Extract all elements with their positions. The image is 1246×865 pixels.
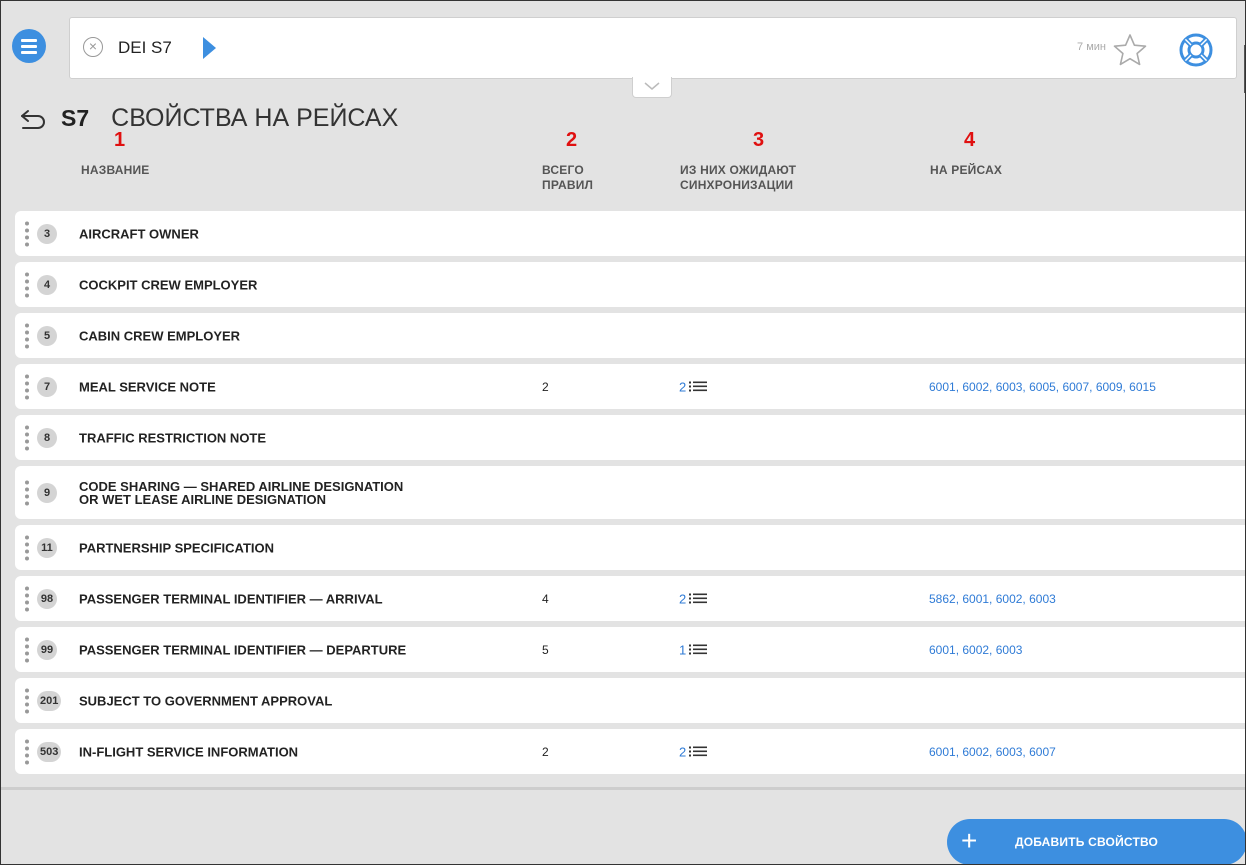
list-icon [689, 381, 708, 392]
flights-list-link[interactable]: 5862, 6001, 6002, 6003 [929, 592, 1056, 606]
add-property-button[interactable]: + ДОБАВИТЬ СВОЙСТВО [947, 819, 1245, 864]
play-arrow-icon[interactable] [203, 37, 216, 59]
table-row[interactable]: 98 PASSENGER TERMINAL IDENTIFIER — ARRIV… [15, 576, 1245, 621]
list-icon [689, 746, 708, 757]
chevron-down-icon [644, 82, 660, 90]
column-annotation-4: 4 [964, 129, 976, 151]
total-rules-count: 5 [542, 642, 549, 657]
drag-handle-icon[interactable] [25, 272, 29, 297]
search-bar[interactable]: × DEI S7 7 мин [69, 17, 1237, 79]
column-header-pending-sync[interactable]: ИЗ НИХ ОЖИДАЮТ СИНХРОНИЗАЦИИ [680, 163, 796, 193]
pending-sync-link[interactable]: 2 [679, 379, 708, 394]
property-id: 11 [37, 537, 57, 558]
carrier-code: S7 [61, 104, 90, 131]
menu-icon[interactable] [12, 29, 46, 63]
page-header: S7 СВОЙСТВА НА РЕЙСАХ [19, 98, 398, 138]
collapse-toggle[interactable] [632, 77, 672, 98]
table-row[interactable]: 5 CABIN CREW EMPLOYER [15, 313, 1245, 358]
column-annotation-1: 1 [114, 129, 126, 151]
column-annotation-2: 2 [566, 129, 578, 151]
drag-handle-icon[interactable] [25, 586, 29, 611]
property-id: 5 [37, 325, 57, 346]
flights-list-link[interactable]: 6001, 6002, 6003, 6007 [929, 745, 1056, 759]
total-rules-count: 4 [542, 591, 549, 606]
divider [1, 787, 1245, 790]
property-id: 4 [37, 274, 57, 295]
drag-handle-icon[interactable] [25, 221, 29, 246]
property-name: PASSENGER TERMINAL IDENTIFIER — DEPARTUR… [79, 642, 407, 657]
table-row[interactable]: 3 AIRCRAFT OWNER [15, 211, 1245, 256]
total-rules-count: 2 [542, 744, 549, 759]
table-row[interactable]: 201 SUBJECT TO GOVERNMENT APPROVAL [15, 678, 1245, 723]
flights-list-link[interactable]: 6001, 6002, 6003, 6005, 6007, 6009, 6015 [929, 380, 1156, 394]
list-icon [689, 644, 708, 655]
pending-sync-link[interactable]: 2 [679, 744, 708, 759]
app-frame: × DEI S7 7 мин S7 СВОЙСТВА НА РЕЙСАХ 1 2… [0, 0, 1246, 865]
property-name: CABIN CREW EMPLOYER [79, 328, 241, 343]
page-title: СВОЙСТВА НА РЕЙСАХ [111, 103, 399, 132]
property-id: 99 [37, 639, 57, 660]
property-id: 201 [37, 690, 62, 711]
drag-handle-icon[interactable] [25, 739, 29, 764]
table-row[interactable]: 11 PARTNERSHIP SPECIFICATION [15, 525, 1245, 570]
property-id: 503 [37, 741, 62, 762]
lifebuoy-icon[interactable] [1176, 30, 1216, 70]
table-row[interactable]: 4 COCKPIT CREW EMPLOYER [15, 262, 1245, 307]
table-row[interactable]: 503 IN-FLIGHT SERVICE INFORMATION 2 2 60… [15, 729, 1245, 774]
column-header-name[interactable]: НАЗВАНИЕ [81, 163, 149, 178]
search-query[interactable]: DEI S7 [118, 38, 172, 58]
property-list: 3 AIRCRAFT OWNER 4 COCKPIT CREW EMPLOYER… [15, 211, 1245, 780]
property-name: IN-FLIGHT SERVICE INFORMATION [79, 744, 299, 759]
column-header-flights[interactable]: НА РЕЙСАХ [930, 163, 1002, 178]
table-row[interactable]: 9 CODE SHARING — SHARED AIRLINE DESIGNAT… [15, 466, 1245, 519]
table-row[interactable]: 99 PASSENGER TERMINAL IDENTIFIER — DEPAR… [15, 627, 1245, 672]
pending-sync-link[interactable]: 2 [679, 591, 708, 606]
back-arrow-icon[interactable] [19, 106, 47, 130]
property-name: PASSENGER TERMINAL IDENTIFIER — ARRIVAL [79, 591, 383, 606]
property-name: COCKPIT CREW EMPLOYER [79, 277, 258, 292]
property-name: PARTNERSHIP SPECIFICATION [79, 540, 275, 555]
drag-handle-icon[interactable] [25, 425, 29, 450]
drag-handle-icon[interactable] [25, 323, 29, 348]
list-icon [689, 593, 708, 604]
total-rules-count: 2 [542, 379, 549, 394]
column-annotation-3: 3 [753, 129, 765, 151]
drag-handle-icon[interactable] [25, 374, 29, 399]
drag-handle-icon[interactable] [25, 480, 29, 505]
property-id: 98 [37, 588, 57, 609]
property-id: 9 [37, 482, 57, 503]
property-id: 7 [37, 376, 57, 397]
property-name: CODE SHARING — SHARED AIRLINE DESIGNATIO… [79, 478, 404, 507]
property-name: SUBJECT TO GOVERNMENT APPROVAL [79, 693, 333, 708]
table-row[interactable]: 7 MEAL SERVICE NOTE 2 2 6001, 6002, 6003… [15, 364, 1245, 409]
time-ago: 7 мин [1077, 41, 1106, 53]
property-name: TRAFFIC RESTRICTION NOTE [79, 430, 267, 445]
flights-list-link[interactable]: 6001, 6002, 6003 [929, 643, 1022, 657]
pending-sync-link[interactable]: 1 [679, 642, 708, 657]
drag-handle-icon[interactable] [25, 637, 29, 662]
drag-handle-icon[interactable] [25, 535, 29, 560]
table-row[interactable]: 8 TRAFFIC RESTRICTION NOTE [15, 415, 1245, 460]
drag-handle-icon[interactable] [25, 688, 29, 713]
close-circle-icon[interactable]: × [83, 37, 103, 57]
property-id: 3 [37, 223, 57, 244]
property-name: AIRCRAFT OWNER [79, 226, 199, 241]
star-outline-icon[interactable] [1112, 32, 1148, 68]
column-header-total-rules[interactable]: ВСЕГО ПРАВИЛ [542, 163, 593, 193]
property-id: 8 [37, 427, 57, 448]
property-name: MEAL SERVICE NOTE [79, 379, 216, 394]
plus-icon: + [961, 825, 978, 856]
add-property-label: ДОБАВИТЬ СВОЙСТВО [1015, 835, 1159, 849]
